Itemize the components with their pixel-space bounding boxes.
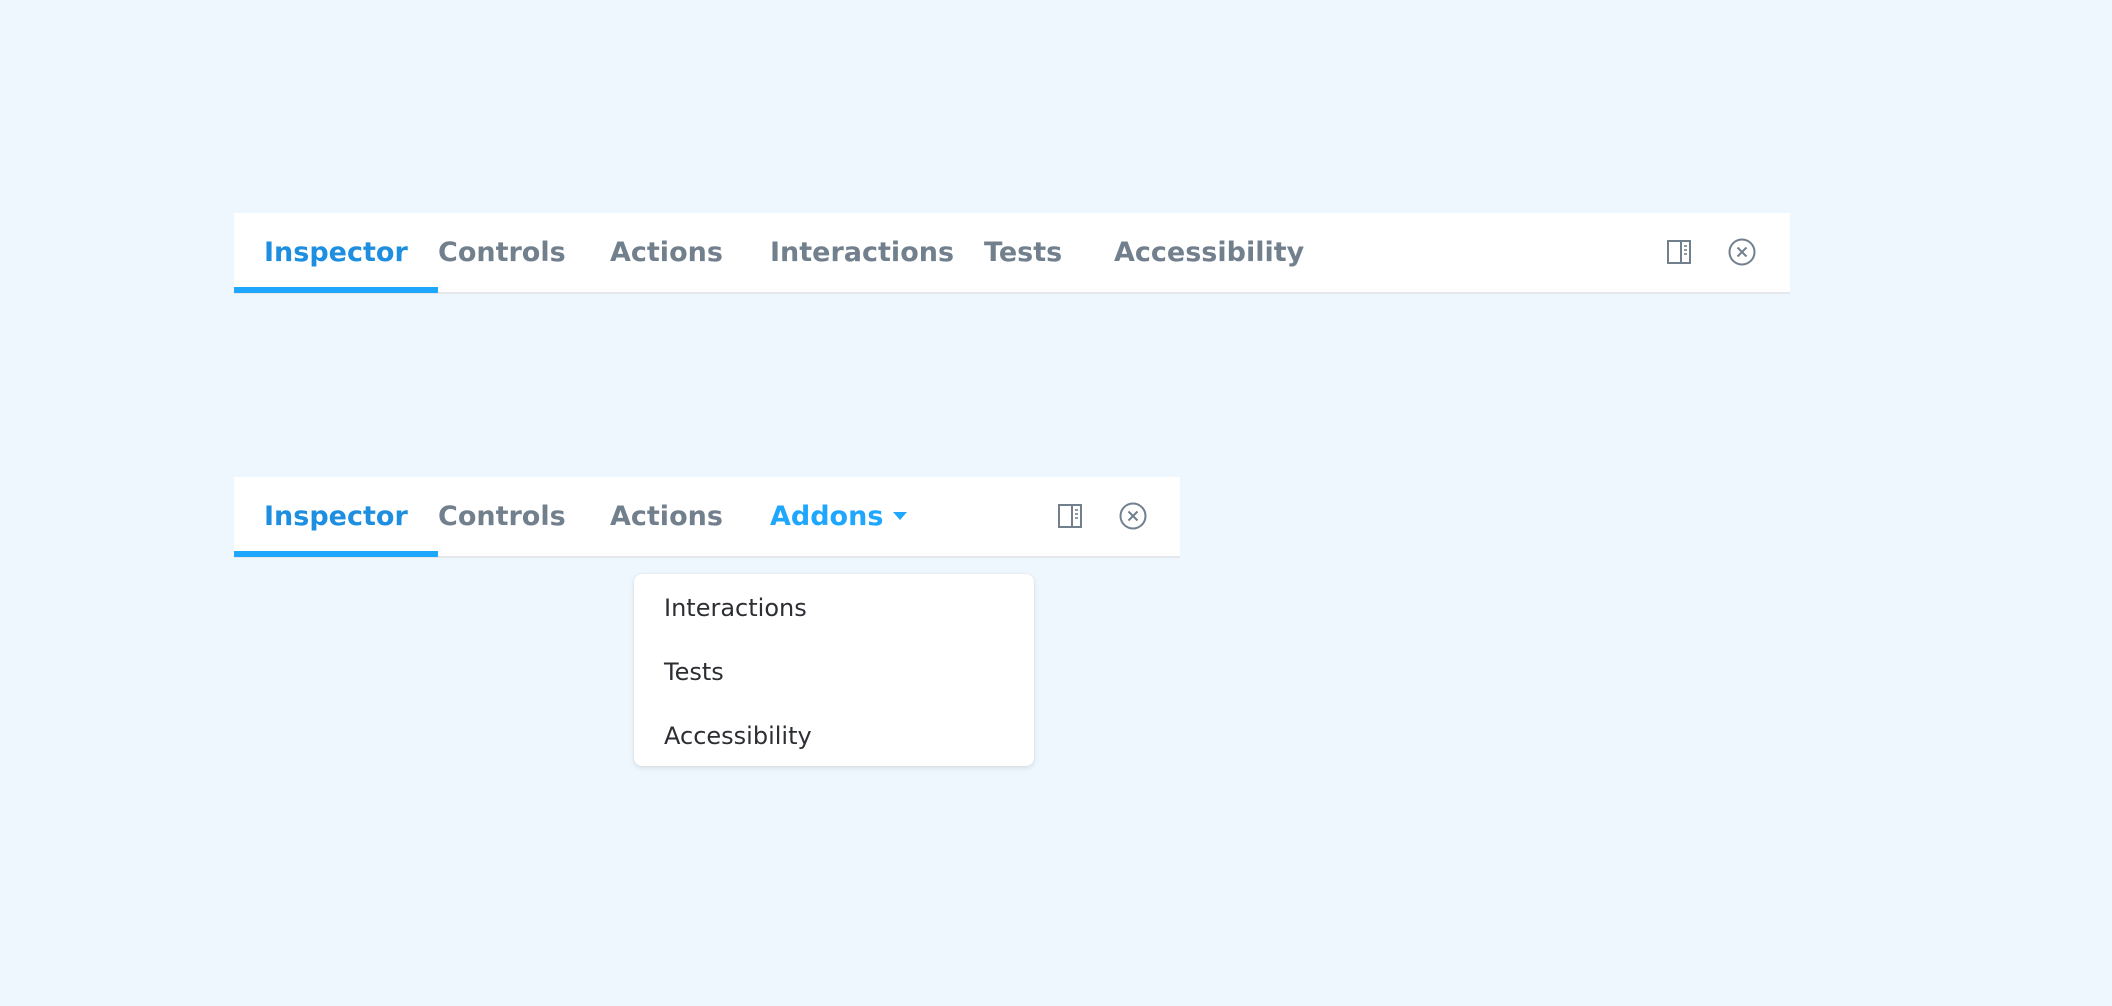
tab-inspector[interactable]: Inspector bbox=[234, 477, 438, 557]
menu-item-tests[interactable]: Tests bbox=[634, 640, 1034, 704]
caret-down-icon bbox=[893, 511, 908, 520]
close-circle-icon[interactable] bbox=[1727, 237, 1757, 267]
tab-actions[interactable]: Actions bbox=[610, 477, 723, 556]
panel-toggle-icon[interactable] bbox=[1055, 501, 1085, 531]
tab-label: Controls bbox=[438, 237, 566, 268]
addon-tabbar-compact: Inspector Controls Actions Addons bbox=[234, 477, 1180, 558]
addons-dropdown-menu: Interactions Tests Accessibility bbox=[634, 574, 1034, 766]
tab-label: Actions bbox=[610, 501, 723, 532]
tab-label: Inspector bbox=[264, 237, 408, 268]
tab-actions[interactable]: Actions bbox=[610, 213, 723, 292]
tab-label: Tests bbox=[984, 237, 1063, 268]
addon-tabbar-full: Inspector Controls Actions Interactions … bbox=[234, 213, 1790, 294]
tab-controls[interactable]: Controls bbox=[438, 477, 566, 556]
tab-label: Accessibility bbox=[1114, 237, 1305, 268]
tab-label: Interactions bbox=[770, 237, 955, 268]
menu-item-accessibility[interactable]: Accessibility bbox=[634, 704, 1034, 768]
tab-interactions[interactable]: Interactions bbox=[770, 213, 954, 292]
tab-accessibility[interactable]: Accessibility bbox=[1114, 213, 1304, 292]
tab-label: Controls bbox=[438, 501, 566, 532]
addons-dropdown-button[interactable]: Addons bbox=[770, 477, 908, 556]
menu-item-interactions[interactable]: Interactions bbox=[634, 576, 1034, 640]
panel-toggle-icon[interactable] bbox=[1664, 237, 1694, 267]
tab-label: Inspector bbox=[264, 501, 408, 532]
tab-label: Actions bbox=[610, 237, 723, 268]
addons-label: Addons bbox=[770, 501, 884, 532]
tab-tests[interactable]: Tests bbox=[984, 213, 1062, 292]
tab-controls[interactable]: Controls bbox=[438, 213, 566, 292]
tab-inspector[interactable]: Inspector bbox=[234, 213, 438, 293]
active-tab-indicator bbox=[234, 287, 438, 293]
close-circle-icon[interactable] bbox=[1118, 501, 1148, 531]
active-tab-indicator bbox=[234, 551, 438, 557]
